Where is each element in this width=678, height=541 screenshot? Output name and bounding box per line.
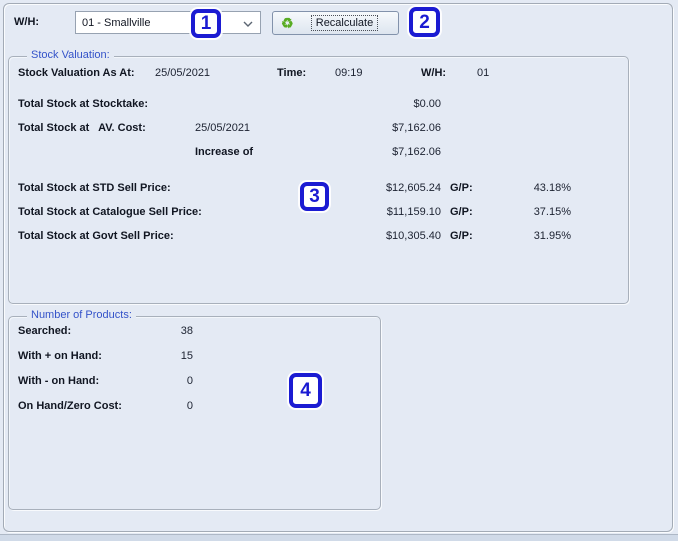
on-hand-zero-cost-label: On Hand/Zero Cost:	[18, 400, 122, 412]
warehouse-select-value: 01 - Smallville	[82, 16, 151, 29]
av-cost-label: Total Stock at AV. Cost:	[18, 122, 146, 134]
catalogue-gp-value: 37.15%	[533, 206, 571, 218]
recycle-icon: ♻︎	[281, 15, 294, 31]
annotation-mark-4: 4	[289, 373, 322, 408]
on-hand-zero-cost-value: 0	[186, 400, 193, 412]
av-cost-date: 25/05/2021	[195, 122, 251, 134]
wh-field-label: W/H:	[14, 16, 40, 28]
catalogue-sell-label: Total Stock at Catalogue Sell Price:	[18, 206, 202, 218]
with-plus-on-hand-value: 15	[180, 350, 193, 362]
increase-amount: $7,162.06	[392, 146, 441, 158]
as-at-date: 25/05/2021	[155, 67, 211, 79]
recalculate-button-label: Recalculate	[310, 15, 379, 31]
window-bottom-edge	[0, 534, 678, 541]
warehouse-select[interactable]: 01 - Smallville	[75, 11, 261, 34]
number-of-products-groupbox: Number of Products:	[8, 309, 381, 510]
catalogue-gp-label: G/P:	[450, 206, 473, 218]
stocktake-label: Total Stock at Stocktake:	[18, 98, 148, 110]
annotation-mark-1: 1	[191, 9, 221, 38]
searched-value: 38	[180, 325, 193, 337]
time-value: 09:19	[335, 67, 363, 79]
increase-label: Increase of	[195, 146, 254, 158]
std-gp-label: G/P:	[450, 182, 473, 194]
as-at-label: Stock Valuation As At:	[18, 67, 135, 79]
govt-gp-value: 31.95%	[533, 230, 571, 242]
wh-inline-label: W/H:	[421, 67, 447, 79]
std-sell-label: Total Stock at STD Sell Price:	[18, 182, 171, 194]
annotation-mark-3: 3	[300, 182, 329, 211]
with-minus-on-hand-value: 0	[186, 375, 193, 387]
govt-sell-amount: $10,305.40	[385, 230, 441, 242]
with-minus-on-hand-label: With - on Hand:	[18, 375, 100, 387]
catalogue-sell-amount: $11,159.10	[386, 206, 441, 218]
govt-sell-label: Total Stock at Govt Sell Price:	[18, 230, 174, 242]
av-cost-amount: $7,162.06	[392, 122, 441, 134]
stocktake-amount: $0.00	[413, 98, 441, 110]
recalculate-button[interactable]: ♻︎ Recalculate	[272, 11, 399, 35]
time-label: Time:	[277, 67, 307, 79]
with-plus-on-hand-label: With + on Hand:	[18, 350, 102, 362]
annotation-mark-2: 2	[409, 7, 440, 37]
chevron-down-icon	[243, 19, 253, 31]
std-sell-amount: $12,605.24	[385, 182, 441, 194]
stock-valuation-groupbox: Stock Valuation:	[8, 49, 629, 304]
number-of-products-title: Number of Products:	[27, 309, 136, 321]
std-gp-value: 43.18%	[533, 182, 571, 194]
govt-gp-label: G/P:	[450, 230, 473, 242]
searched-label: Searched:	[18, 325, 72, 337]
wh-inline-value: 01	[477, 67, 490, 79]
stock-valuation-title: Stock Valuation:	[27, 49, 114, 61]
